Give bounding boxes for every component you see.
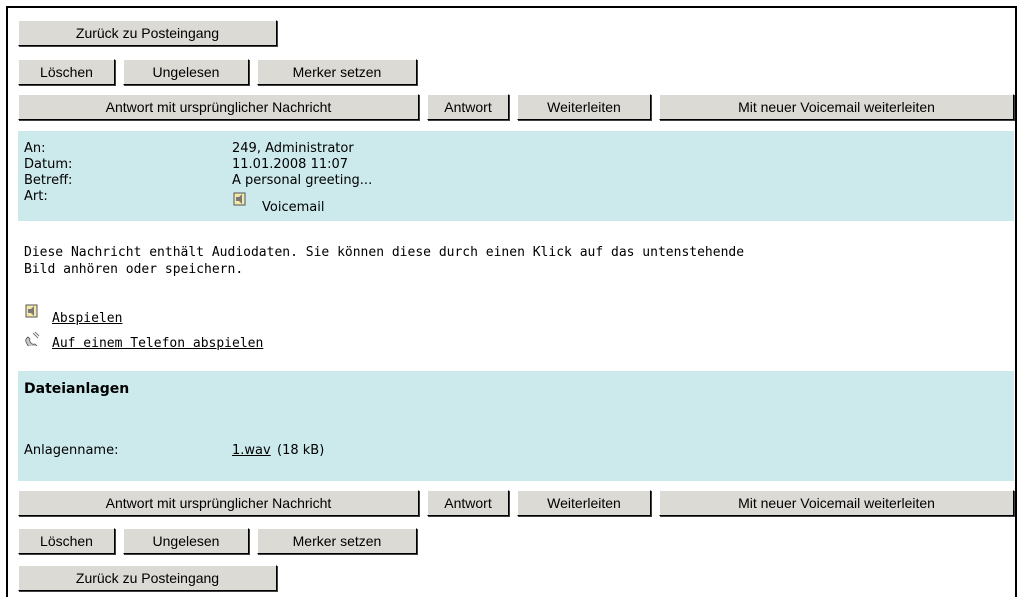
type-label: Art: (24, 189, 48, 204)
type-value: Voicemail (262, 200, 325, 215)
play-on-phone-link[interactable]: Auf einem Telefon abspielen (52, 336, 263, 351)
date-value: 11.01.2008 11:07 (232, 157, 349, 172)
date-label: Datum: (24, 157, 73, 172)
forward-button-top[interactable]: Weiterleiten (517, 94, 651, 120)
set-flag-button-bottom[interactable]: Merker setzen (257, 528, 417, 554)
body-line-2: Bild anhören oder speichern. (24, 262, 244, 277)
attachment-name-label: Anlagenname: (24, 443, 119, 458)
forward-with-voicemail-button-bottom[interactable]: Mit neuer Voicemail weiterleiten (659, 490, 1014, 516)
message-header-panel (18, 131, 1014, 221)
attachment-file-link[interactable]: 1.wav (232, 443, 271, 459)
forward-with-voicemail-button-top[interactable]: Mit neuer Voicemail weiterleiten (659, 94, 1014, 120)
forward-button-bottom[interactable]: Weiterleiten (517, 490, 651, 516)
voicemail-icon (233, 192, 246, 206)
back-to-inbox-button-top[interactable]: Zurück zu Posteingang (18, 20, 277, 46)
back-to-inbox-button-bottom[interactable]: Zurück zu Posteingang (18, 565, 277, 591)
delete-button-top[interactable]: Löschen (18, 59, 115, 85)
reply-with-original-button-bottom[interactable]: Antwort mit ursprünglicher Nachricht (18, 490, 419, 516)
to-label: An: (24, 141, 46, 156)
mark-unread-button-top[interactable]: Ungelesen (123, 59, 249, 85)
to-value: 249, Administrator (232, 141, 354, 156)
mark-unread-button-bottom[interactable]: Ungelesen (123, 528, 249, 554)
subject-label: Betreff: (24, 173, 73, 188)
delete-button-bottom[interactable]: Löschen (18, 528, 115, 554)
set-flag-button-top[interactable]: Merker setzen (257, 59, 417, 85)
attachments-title: Dateianlagen (24, 381, 130, 397)
speaker-icon[interactable] (24, 303, 40, 319)
body-line-1: Diese Nachricht enthält Audiodaten. Sie … (24, 245, 745, 260)
attachment-file-size: (18 kB) (277, 443, 325, 458)
reply-button-bottom[interactable]: Antwort (427, 490, 509, 516)
attachments-panel (18, 371, 1014, 481)
reply-button-top[interactable]: Antwort (427, 94, 509, 120)
subject-value: A personal greeting... (232, 173, 373, 188)
reply-with-original-button-top[interactable]: Antwort mit ursprünglicher Nachricht (18, 94, 419, 120)
play-link[interactable]: Abspielen (52, 311, 122, 326)
phone-handset-icon[interactable] (24, 330, 42, 346)
